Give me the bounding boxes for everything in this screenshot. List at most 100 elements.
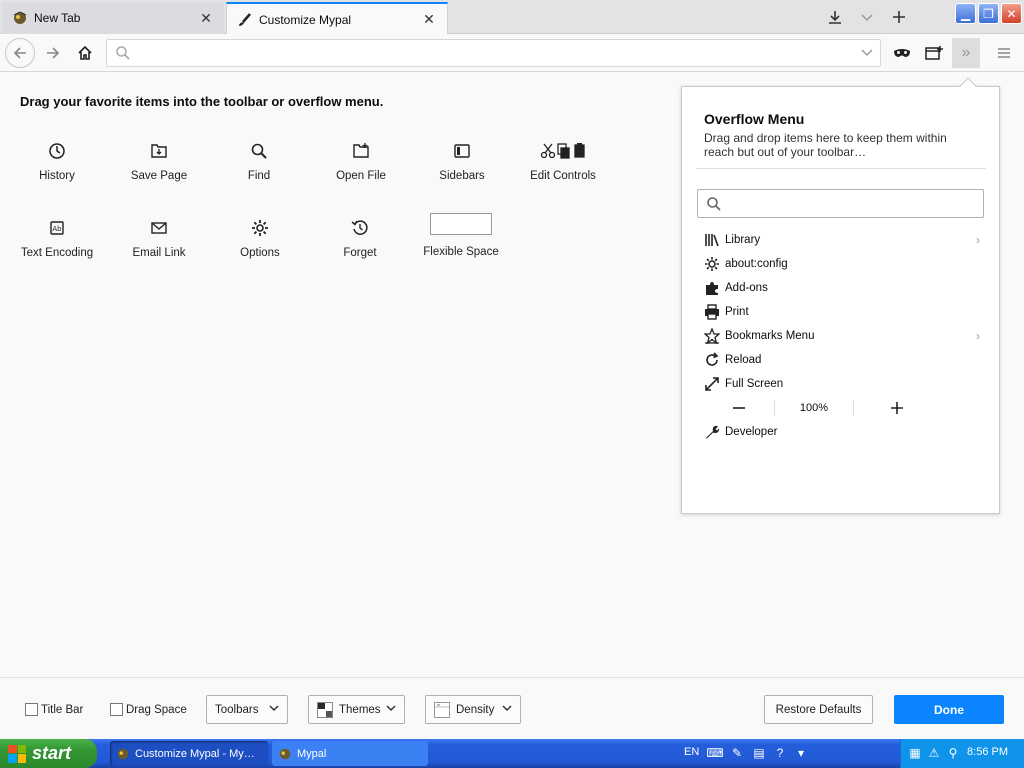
palette-item-find[interactable]: Find xyxy=(209,140,309,200)
palette-item-label: Sidebars xyxy=(439,170,485,182)
themes-dropdown[interactable]: Themes xyxy=(308,695,405,724)
overflow-item-developer[interactable]: Developer xyxy=(704,421,982,443)
overflow-item-full-screen[interactable]: Full Screen xyxy=(704,373,982,395)
hamburger-menu-icon[interactable] xyxy=(989,38,1019,68)
overflow-item-add-ons[interactable]: Add-ons xyxy=(704,277,982,299)
fullscreen-arrows-icon xyxy=(704,376,720,392)
palette-item-sidebars[interactable]: Sidebars xyxy=(412,140,512,200)
network-icon[interactable]: ▦ xyxy=(907,745,923,761)
security-icon[interactable]: ⚠ xyxy=(926,745,942,761)
close-window-button[interactable]: ✕ xyxy=(1001,3,1022,24)
all-tabs-chevron-icon[interactable] xyxy=(856,6,878,28)
restore-defaults-button[interactable]: Restore Defaults xyxy=(764,695,873,724)
zoom-in-button[interactable] xyxy=(882,397,912,419)
tab-customize[interactable]: Customize Mypal ✕ xyxy=(226,2,448,35)
new-tab-plus-icon[interactable] xyxy=(888,6,910,28)
taskbar-item-customize[interactable]: Customize Mypal - My… xyxy=(110,741,268,766)
palette-item-options[interactable]: Options xyxy=(210,217,310,277)
star-icon xyxy=(704,328,720,344)
start-button[interactable]: start xyxy=(0,739,97,768)
overflow-item-label: Print xyxy=(725,306,749,318)
close-tab-icon[interactable]: ✕ xyxy=(421,11,437,28)
magnifier-icon xyxy=(250,140,268,162)
title-bar-checkbox[interactable]: Title Bar xyxy=(25,703,83,716)
new-window-icon[interactable] xyxy=(919,38,949,68)
palette-item-forget[interactable]: Forget xyxy=(310,217,410,277)
palette-item-edit-controls[interactable]: Edit Controls xyxy=(513,140,613,200)
palette-item-label: Options xyxy=(240,247,280,259)
tab-label: Customize Mypal xyxy=(259,12,352,27)
mypal-favicon-icon xyxy=(12,10,28,26)
overflow-item-reload[interactable]: Reload xyxy=(704,349,982,371)
save-page-icon xyxy=(150,140,168,162)
url-dropdown-icon[interactable] xyxy=(860,45,874,62)
customize-footer: Title Bar Drag Space Toolbars Themes Den… xyxy=(0,677,1024,739)
input-tools-icon[interactable]: ▤ xyxy=(751,745,767,761)
overflow-item-label: Full Screen xyxy=(725,378,784,390)
forget-icon xyxy=(351,217,369,239)
drag-space-checkbox[interactable]: Drag Space xyxy=(110,703,187,716)
svg-text:Ab: Ab xyxy=(52,225,62,233)
minimize-button[interactable]: ▁ xyxy=(955,3,976,24)
customize-heading: Drag your favorite items into the toolba… xyxy=(20,94,384,109)
language-indicator[interactable]: EN xyxy=(684,746,699,758)
overflow-chevron-button[interactable]: » xyxy=(952,38,980,68)
overflow-item-label: Bookmarks Menu xyxy=(725,330,815,342)
mypal-app-icon xyxy=(278,747,292,761)
window-controls: ▁ ❐ ✕ xyxy=(955,3,1022,24)
checkbox-box[interactable] xyxy=(110,703,123,716)
overflow-search-input[interactable] xyxy=(697,189,984,218)
search-tray-icon[interactable]: ⚲ xyxy=(945,745,961,761)
toolbars-dropdown[interactable]: Toolbars xyxy=(206,695,288,724)
checkbox-box[interactable] xyxy=(25,703,38,716)
nav-bar xyxy=(0,34,1024,72)
private-mask-icon[interactable] xyxy=(887,38,917,68)
chevron-right-icon: › xyxy=(976,233,980,247)
palette-item-open-file[interactable]: Open File xyxy=(311,140,411,200)
palette-item-history[interactable]: History xyxy=(7,140,107,200)
palette-item-label: Edit Controls xyxy=(530,170,596,182)
palette-item-flexible-space[interactable]: Flexible Space xyxy=(411,213,511,273)
forward-button[interactable] xyxy=(38,38,68,68)
density-dropdown[interactable]: Density xyxy=(425,695,521,724)
overflow-item-print[interactable]: Print xyxy=(704,301,982,323)
overflow-item-label: about:config xyxy=(725,258,788,270)
keyboard-icon[interactable]: ⌨ xyxy=(706,745,723,761)
done-button[interactable]: Done xyxy=(894,695,1004,724)
tab-new-tab[interactable]: New Tab ✕ xyxy=(2,2,224,34)
search-icon xyxy=(115,45,131,64)
panel-notch xyxy=(959,77,977,95)
reload-icon xyxy=(704,352,720,368)
home-button[interactable] xyxy=(70,38,100,68)
text-encoding-icon: Ab xyxy=(48,217,66,239)
tab-strip: New Tab ✕ Customize Mypal ✕ ▁ ❐ ✕ xyxy=(0,0,1024,35)
options-arrow-icon[interactable]: ▾ xyxy=(793,745,809,761)
overflow-item-library[interactable]: Library › xyxy=(704,229,982,251)
pen-icon[interactable]: ✎ xyxy=(729,745,745,761)
restore-button[interactable]: ❐ xyxy=(978,3,999,24)
download-icon[interactable] xyxy=(824,6,846,28)
palette-item-label: Open File xyxy=(336,170,386,182)
overflow-item-about-config[interactable]: about:config xyxy=(704,253,982,275)
gear-icon xyxy=(704,256,720,272)
overflow-item-bookmarks-menu[interactable]: Bookmarks Menu › xyxy=(704,325,982,347)
mypal-app-icon xyxy=(116,747,130,761)
gear-icon xyxy=(251,217,269,239)
url-bar[interactable] xyxy=(106,39,881,67)
palette-item-save-page[interactable]: Save Page xyxy=(109,140,209,200)
clock[interactable]: 8:56 PM xyxy=(967,746,1008,758)
start-label: start xyxy=(32,743,72,763)
sidebar-icon xyxy=(453,140,471,162)
dropdown-label: Toolbars xyxy=(215,703,259,716)
back-button[interactable] xyxy=(5,38,35,68)
help-icon[interactable]: ? xyxy=(772,745,788,761)
palette-item-email-link[interactable]: Email Link xyxy=(109,217,209,277)
taskbar-item-mypal[interactable]: Mypal xyxy=(272,741,428,766)
zoom-out-button[interactable] xyxy=(724,397,754,419)
puzzle-piece-icon xyxy=(704,280,720,296)
close-tab-icon[interactable]: ✕ xyxy=(198,10,214,26)
windows-taskbar: start Customize Mypal - My… Mypal EN ⌨ ✎… xyxy=(0,739,1024,768)
search-icon xyxy=(706,196,722,215)
zoom-level[interactable]: 100% xyxy=(774,400,854,416)
palette-item-text-encoding[interactable]: Ab Text Encoding xyxy=(7,217,107,277)
